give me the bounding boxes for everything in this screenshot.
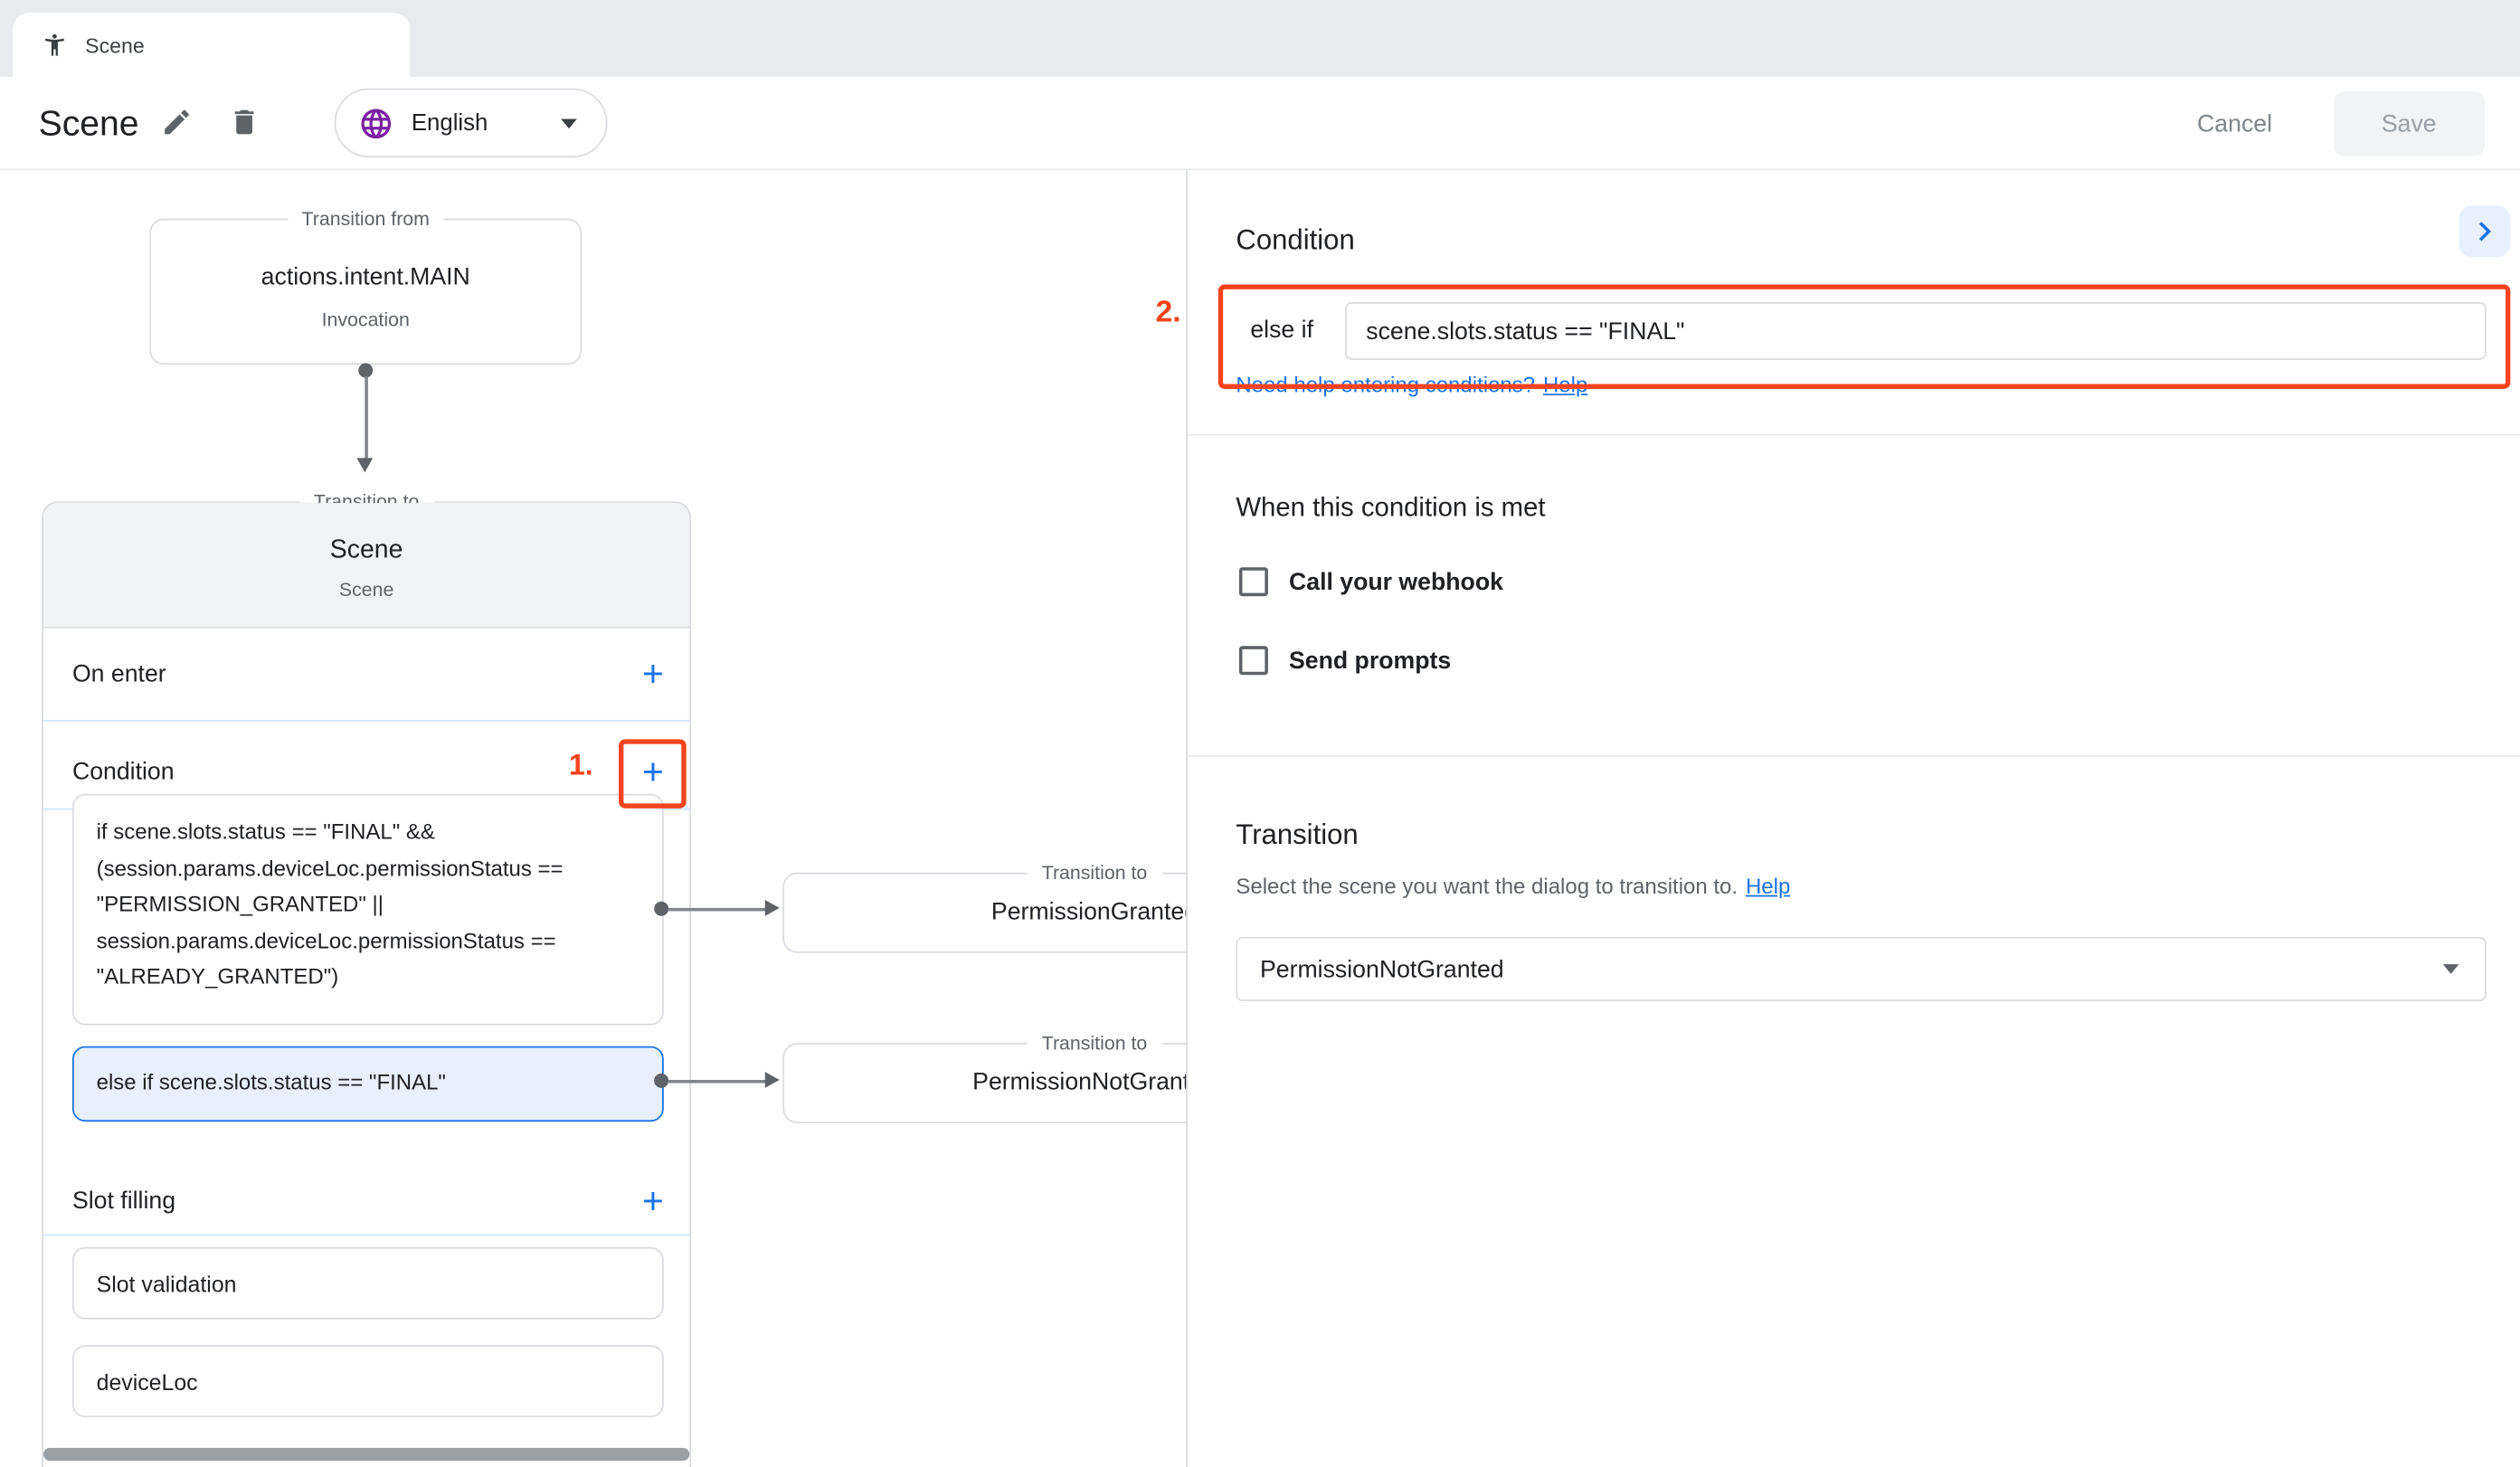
transition-to-legend: Transition to bbox=[1028, 1030, 1162, 1057]
dropdown-caret-icon bbox=[2443, 964, 2459, 974]
actions-console-scene-editor: Scene Scene English Cancel Save Transiti… bbox=[0, 0, 2520, 1467]
language-selector[interactable]: English bbox=[335, 89, 608, 157]
call-your-webhook-label: Call your webhook bbox=[1289, 568, 1503, 595]
transition-from-legend: Transition from bbox=[288, 205, 444, 232]
chevron-right-icon bbox=[2466, 213, 2505, 251]
send-prompts-checkbox[interactable] bbox=[1239, 646, 1268, 675]
scene-card-subtitle: Scene bbox=[43, 579, 689, 601]
panel-divider bbox=[1188, 755, 2520, 757]
permission-granted-node[interactable]: Transition to PermissionGranted bbox=[782, 873, 1186, 953]
target-scene-name: PermissionGranted bbox=[784, 898, 1186, 925]
annotation-number-step1: 1. bbox=[569, 749, 593, 782]
arrow-down-icon bbox=[356, 458, 373, 472]
section-divider bbox=[43, 1235, 689, 1236]
header-actions: Cancel Save bbox=[2191, 91, 2485, 156]
intent-name: actions.intent.MAIN bbox=[151, 263, 580, 290]
transition-section-title: Transition bbox=[1236, 818, 1358, 851]
connector-dot bbox=[654, 1074, 668, 1088]
globe-icon bbox=[358, 105, 393, 140]
page-title: Scene bbox=[39, 77, 139, 168]
trash-icon bbox=[228, 106, 261, 138]
connector-dot bbox=[654, 902, 668, 916]
arrow-right-icon bbox=[765, 900, 780, 916]
scene-graph-canvas: Transition from actions.intent.MAIN Invo… bbox=[0, 170, 1186, 1467]
edit-scene-name-button[interactable] bbox=[159, 106, 194, 141]
condition-details-panel: Condition else if Need help entering con… bbox=[1186, 170, 2520, 1467]
connector-line bbox=[668, 908, 768, 911]
conditions-help-line: Need help entering conditions? Help bbox=[1236, 373, 1587, 397]
cancel-button[interactable]: Cancel bbox=[2191, 110, 2278, 137]
connector-line bbox=[365, 376, 367, 459]
save-button[interactable]: Save bbox=[2334, 91, 2485, 156]
header: Scene English Cancel Save bbox=[0, 77, 2520, 170]
send-prompts-option-row: Send prompts bbox=[1239, 646, 1451, 675]
panel-title: Condition bbox=[1236, 223, 1354, 257]
scene-card-title: Scene bbox=[43, 536, 689, 565]
scene-node-card: Transition to Scene Scene On enter + Con… bbox=[42, 501, 691, 1467]
tab-label: Scene bbox=[85, 33, 145, 57]
transition-scene-select[interactable]: PermissionNotGranted bbox=[1236, 937, 2486, 1001]
condition-expression-input[interactable] bbox=[1345, 302, 2487, 360]
else-if-label: else if bbox=[1250, 302, 1313, 360]
target-scene-name: PermissionNotGranted bbox=[784, 1069, 1186, 1096]
deviceloc-slot-item[interactable]: deviceLoc bbox=[72, 1345, 664, 1417]
transition-from-node[interactable]: Transition from actions.intent.MAIN Invo… bbox=[149, 219, 582, 365]
add-on-enter-button[interactable]: + bbox=[642, 658, 664, 690]
delete-scene-button[interactable] bbox=[227, 106, 262, 141]
transition-help-link[interactable]: Help bbox=[1746, 875, 1790, 899]
on-enter-label: On enter bbox=[72, 659, 166, 686]
tab-scene[interactable]: Scene bbox=[13, 13, 410, 77]
transition-description-text: Select the scene you want the dialog to … bbox=[1236, 875, 1738, 899]
send-prompts-label: Send prompts bbox=[1289, 647, 1451, 674]
slot-filling-label: Slot filling bbox=[72, 1187, 175, 1214]
transition-description: Select the scene you want the dialog to … bbox=[1236, 875, 1790, 899]
conditions-help-link[interactable]: Help bbox=[1543, 373, 1587, 397]
condition-item-2-selected[interactable]: else if scene.slots.status == "FINAL" bbox=[72, 1046, 664, 1122]
slot-validation-item[interactable]: Slot validation bbox=[72, 1247, 664, 1320]
scene-person-icon bbox=[42, 33, 67, 58]
help-text: Need help entering conditions? bbox=[1236, 373, 1535, 397]
section-divider bbox=[43, 720, 689, 722]
scene-card-header[interactable]: Scene Scene bbox=[43, 503, 689, 629]
chevron-down-icon bbox=[561, 118, 577, 128]
arrow-right-icon bbox=[765, 1072, 780, 1088]
horizontal-scrollbar[interactable] bbox=[43, 1448, 689, 1461]
connector-line bbox=[668, 1080, 768, 1083]
permission-not-granted-node[interactable]: Transition to PermissionNotGranted bbox=[782, 1043, 1186, 1123]
call-your-webhook-checkbox[interactable] bbox=[1239, 567, 1268, 596]
transition-to-legend: Transition to bbox=[1028, 860, 1162, 887]
collapse-panel-button[interactable] bbox=[2459, 205, 2511, 257]
tab-bar: Scene bbox=[0, 0, 2520, 77]
condition-item-1[interactable]: if scene.slots.status == "FINAL" && (ses… bbox=[72, 794, 664, 1026]
intent-type: Invocation bbox=[151, 308, 580, 331]
annotation-number-step2: 2. bbox=[1156, 296, 1181, 331]
pencil-icon bbox=[161, 106, 194, 138]
on-enter-section: On enter + bbox=[43, 638, 689, 708]
when-condition-met-title: When this condition is met bbox=[1236, 493, 1545, 524]
language-label: English bbox=[412, 110, 544, 136]
webhook-option-row: Call your webhook bbox=[1239, 567, 1503, 596]
add-slot-button[interactable]: + bbox=[642, 1185, 664, 1217]
add-condition-button[interactable]: + bbox=[642, 755, 664, 788]
slot-filling-section: Slot filling + bbox=[43, 1167, 689, 1235]
panel-divider bbox=[1188, 434, 2520, 436]
condition-label: Condition bbox=[72, 758, 175, 785]
selected-scene-value: PermissionNotGranted bbox=[1260, 955, 1504, 982]
